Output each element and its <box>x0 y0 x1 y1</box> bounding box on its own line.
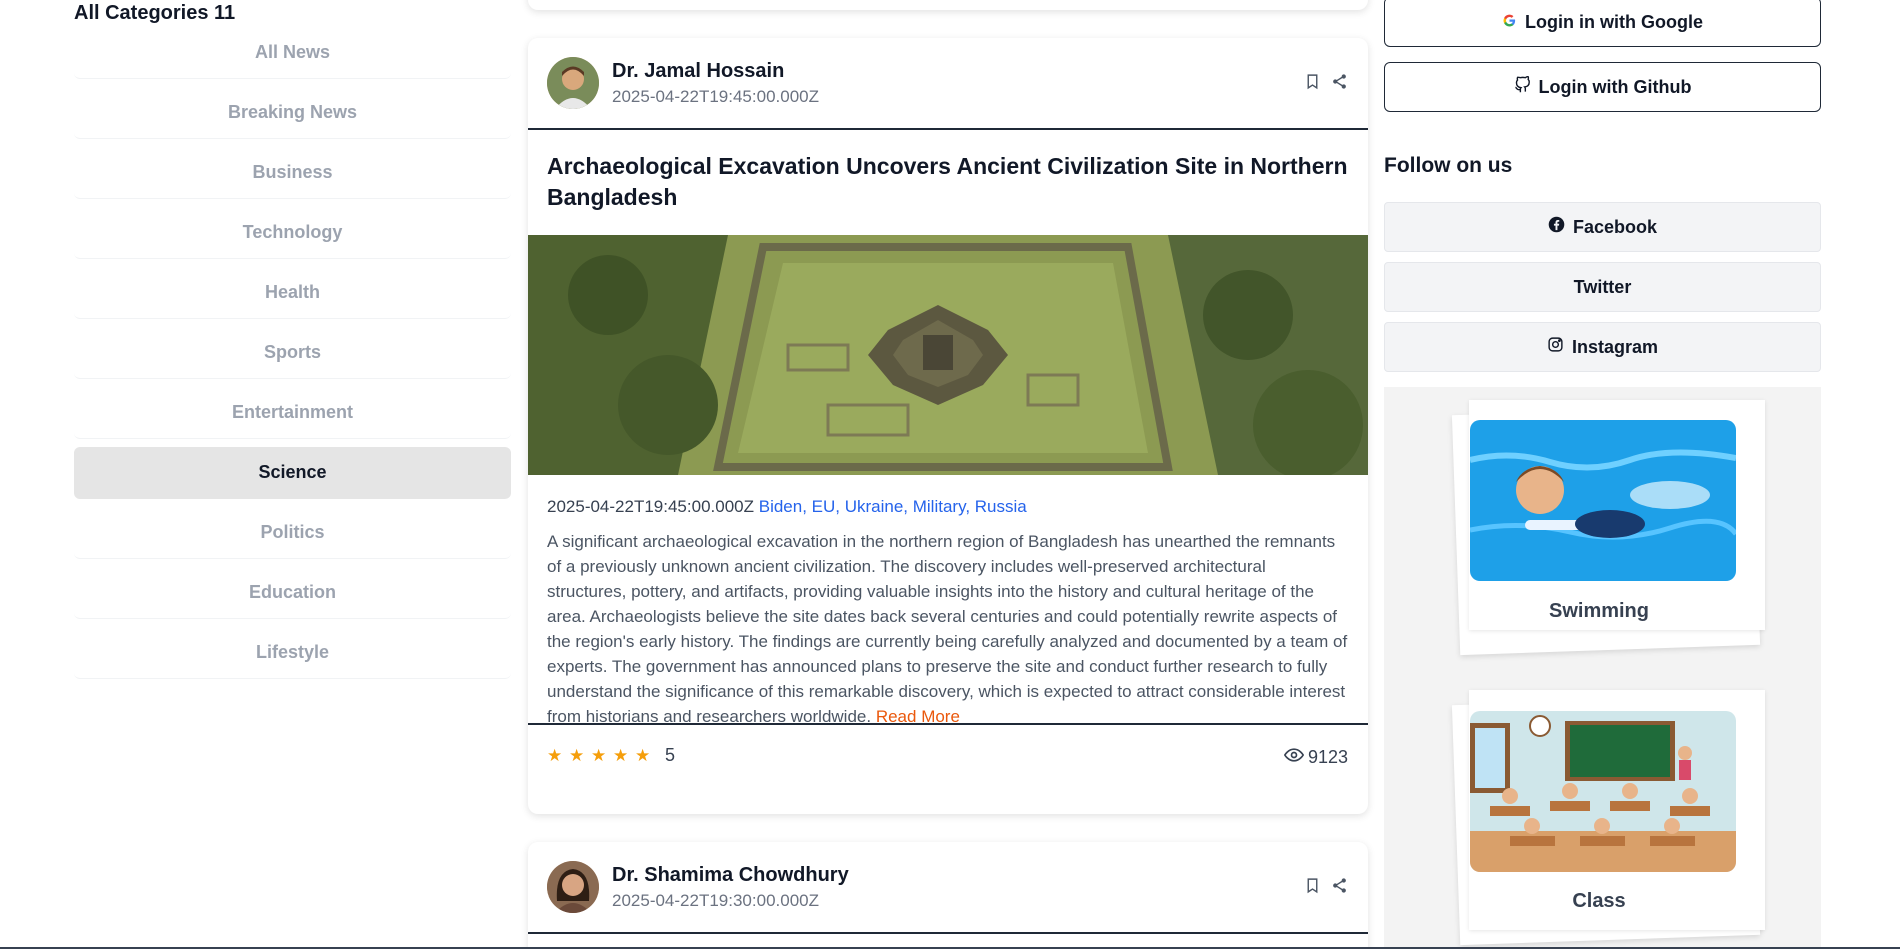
news-card: Dr. Jamal Hossain 2025-04-22T19:45:00.00… <box>528 38 1368 814</box>
instagram-icon <box>1547 336 1564 358</box>
news-meta: 2025-04-22T19:45:00.000Z Biden, EU, Ukra… <box>528 475 1368 518</box>
author-name[interactable]: Dr. Jamal Hossain <box>612 59 819 83</box>
views-value: 9123 <box>1307 747 1348 767</box>
rating: ★ ★ ★ ★ ★ 5 <box>547 745 675 766</box>
star-icon: ★ <box>569 745 585 765</box>
bookmark-icon[interactable] <box>1304 71 1321 91</box>
author-info: Dr. Shamima Chowdhury 2025-04-22T19:30:0… <box>612 863 849 913</box>
news-title[interactable]: Archaeological Excavation Uncovers Ancie… <box>528 130 1368 235</box>
twitter-label: Twitter <box>1573 276 1632 297</box>
login-github-button[interactable]: Login with Github <box>1384 62 1821 112</box>
news-card-footer: ★ ★ ★ ★ ★ 5 9123 <box>528 723 1368 789</box>
category-item-education[interactable]: Education <box>74 567 511 619</box>
star-icon: ★ <box>591 745 607 765</box>
share-icon[interactable] <box>1331 71 1348 91</box>
instagram-label: Instagram <box>1571 336 1659 357</box>
login-google-label: Login in with Google <box>1525 11 1703 32</box>
login-github-label: Login with Github <box>1538 76 1692 97</box>
instagram-button[interactable]: Instagram <box>1384 322 1821 372</box>
category-item-sports[interactable]: Sports <box>74 327 511 379</box>
previous-news-card <box>528 0 1368 10</box>
author-info: Dr. Jamal Hossain 2025-04-22T19:45:00.00… <box>612 59 819 109</box>
category-item-science[interactable]: Science <box>74 447 511 499</box>
rating-value: 5 <box>665 745 676 765</box>
category-item-entertainment[interactable]: Entertainment <box>74 387 511 439</box>
star-icon: ★ <box>635 745 651 765</box>
login-google-button[interactable]: Login in with Google <box>1384 0 1821 47</box>
news-image[interactable] <box>528 235 1368 475</box>
swimming-image[interactable] <box>1470 420 1736 581</box>
category-item-lifestyle[interactable]: Lifestyle <box>74 627 511 679</box>
promo-label-class: Class <box>1572 890 1626 912</box>
card-actions <box>1304 71 1348 91</box>
star-icon: ★ <box>547 745 563 765</box>
category-item-breaking-news[interactable]: Breaking News <box>74 87 511 139</box>
follow-title: Follow on us <box>1384 154 1513 177</box>
facebook-icon <box>1548 216 1565 238</box>
category-sidebar: All Categories 11 All News Breaking News… <box>74 0 511 687</box>
category-item-business[interactable]: Business <box>74 147 511 199</box>
news-body: A significant archaeological excavation … <box>528 518 1368 726</box>
github-icon <box>1514 75 1531 98</box>
bookmark-icon[interactable] <box>1304 875 1321 895</box>
news-card-header: Dr. Jamal Hossain 2025-04-22T19:45:00.00… <box>528 38 1368 130</box>
author-avatar <box>547 57 599 109</box>
class-image[interactable] <box>1470 711 1736 872</box>
category-item-all-news[interactable]: All News <box>74 27 511 79</box>
card-actions <box>1304 875 1348 895</box>
view-count: 9123 <box>1283 745 1348 770</box>
category-item-politics[interactable]: Politics <box>74 507 511 559</box>
facebook-label: Facebook <box>1572 216 1658 237</box>
page: All Categories 11 All News Breaking News… <box>0 0 1900 949</box>
author-name[interactable]: Dr. Shamima Chowdhury <box>612 863 849 887</box>
published-date: 2025-04-22T19:30:00.000Z <box>612 891 819 910</box>
news-tags[interactable]: Biden, EU, Ukraine, Military, Russia <box>759 497 1027 516</box>
news-meta-date: 2025-04-22T19:45:00.000Z <box>547 497 754 516</box>
category-item-health[interactable]: Health <box>74 267 511 319</box>
category-list: All News Breaking News Business Technolo… <box>74 27 511 679</box>
eye-icon <box>1283 745 1305 770</box>
news-card: Dr. Shamima Chowdhury 2025-04-22T19:30:0… <box>528 842 1368 949</box>
google-icon <box>1502 12 1517 33</box>
category-item-technology[interactable]: Technology <box>74 207 511 259</box>
promo-section: Swimming Class <box>1384 387 1821 949</box>
share-icon[interactable] <box>1331 875 1348 895</box>
star-icon: ★ <box>613 745 629 765</box>
facebook-button[interactable]: Facebook <box>1384 202 1821 252</box>
news-card-header: Dr. Shamima Chowdhury 2025-04-22T19:30:0… <box>528 842 1368 934</box>
published-date: 2025-04-22T19:45:00.000Z <box>612 87 819 106</box>
promo-label-swimming: Swimming <box>1548 600 1649 622</box>
author-avatar <box>547 861 599 913</box>
twitter-button[interactable]: Twitter <box>1384 262 1821 312</box>
news-body-text: A significant archaeological excavation … <box>547 532 1348 726</box>
categories-title: All Categories 11 <box>74 2 236 24</box>
